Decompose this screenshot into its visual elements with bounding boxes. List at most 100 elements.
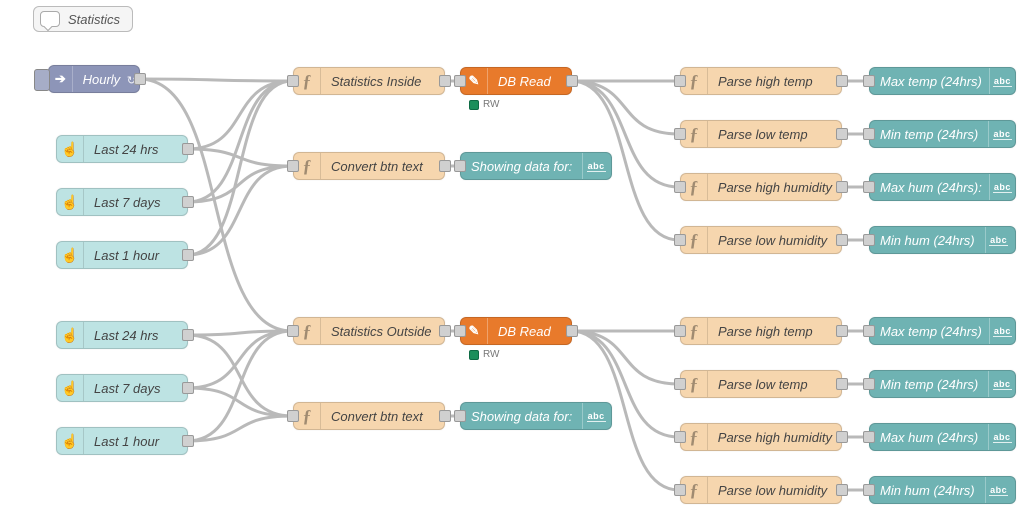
wire[interactable]	[187, 331, 292, 388]
fn-parse-inside-1[interactable]: ƒParse low temp	[680, 120, 842, 148]
input-port[interactable]	[674, 128, 686, 140]
input-port[interactable]	[863, 234, 875, 246]
input-port[interactable]	[863, 75, 875, 87]
input-port[interactable]	[863, 128, 875, 140]
input-port[interactable]	[287, 410, 299, 422]
ui-button-outside-1[interactable]: ☝Last 7 days	[56, 374, 188, 402]
fn-parse-outside-3[interactable]: ƒParse low humidity	[680, 476, 842, 504]
ui-text-output-outside-1[interactable]: Min temp (24hrs)abc	[869, 370, 1016, 398]
output-port[interactable]	[182, 249, 194, 261]
ui-text-output-inside-2[interactable]: Max hum (24hrs):abc	[869, 173, 1016, 201]
node-label: Parse high temp	[708, 74, 823, 89]
input-port[interactable]	[863, 378, 875, 390]
input-port[interactable]	[454, 75, 466, 87]
output-port[interactable]	[566, 325, 578, 337]
ui-button-outside-2[interactable]: ☝Last 1 hour	[56, 427, 188, 455]
output-port[interactable]	[836, 181, 848, 193]
wire[interactable]	[571, 81, 679, 134]
output-port[interactable]	[182, 143, 194, 155]
output-port[interactable]	[439, 410, 451, 422]
wire[interactable]	[187, 388, 292, 416]
ui-text-output-inside-3[interactable]: Min hum (24hrs)abc	[869, 226, 1016, 254]
input-port[interactable]	[863, 325, 875, 337]
fn-parse-inside-0[interactable]: ƒParse high temp	[680, 67, 842, 95]
output-port[interactable]	[836, 128, 848, 140]
fn-parse-inside-3[interactable]: ƒParse low humidity	[680, 226, 842, 254]
input-port[interactable]	[674, 181, 686, 193]
node-type-icon: abc	[988, 424, 1015, 450]
output-port[interactable]	[836, 325, 848, 337]
input-port[interactable]	[674, 431, 686, 443]
input-port[interactable]	[863, 181, 875, 193]
wire[interactable]	[187, 81, 292, 149]
ui-button-outside-0[interactable]: ☝Last 24 hrs	[56, 321, 188, 349]
output-port[interactable]	[439, 325, 451, 337]
fn-convert-btn-text-outside[interactable]: ƒConvert btn text	[293, 402, 445, 430]
fn-statistics-inside[interactable]: ƒStatistics Inside	[293, 67, 445, 95]
output-port[interactable]	[439, 75, 451, 87]
wire[interactable]	[187, 331, 292, 335]
output-port[interactable]	[439, 160, 451, 172]
input-port[interactable]	[454, 325, 466, 337]
input-port[interactable]	[674, 378, 686, 390]
node-label: Parse low humidity	[708, 233, 837, 248]
inject-hourly[interactable]: ➔Hourly ↻	[48, 65, 140, 93]
input-port[interactable]	[287, 75, 299, 87]
ui-text-output-inside-0[interactable]: Max temp (24hrs)abc	[869, 67, 1016, 95]
output-port[interactable]	[566, 75, 578, 87]
input-port[interactable]	[674, 75, 686, 87]
wire[interactable]	[187, 331, 292, 441]
ui-text-output-outside-2[interactable]: Max hum (24hrs)abc	[869, 423, 1016, 451]
output-port[interactable]	[836, 75, 848, 87]
output-port[interactable]	[182, 329, 194, 341]
fn-parse-outside-0[interactable]: ƒParse high temp	[680, 317, 842, 345]
wire[interactable]	[571, 331, 679, 384]
db-read-outside[interactable]: ✎DB ReadRW	[460, 317, 572, 345]
input-port[interactable]	[674, 484, 686, 496]
fn-parse-inside-2[interactable]: ƒParse high humidity	[680, 173, 842, 201]
ui-button-inside-0[interactable]: ☝Last 24 hrs	[56, 135, 188, 163]
output-port[interactable]	[134, 73, 146, 85]
output-port[interactable]	[182, 196, 194, 208]
wire[interactable]	[187, 335, 292, 416]
wire[interactable]	[139, 79, 292, 81]
input-port[interactable]	[454, 410, 466, 422]
output-port[interactable]	[836, 378, 848, 390]
ui-text-showing-data-inside[interactable]: Showing data for:abc	[460, 152, 612, 180]
wire[interactable]	[187, 81, 292, 202]
output-port[interactable]	[836, 484, 848, 496]
input-port[interactable]	[287, 325, 299, 337]
node-type-icon: ☝	[57, 189, 84, 215]
input-port[interactable]	[863, 431, 875, 443]
fn-parse-outside-2[interactable]: ƒParse high humidity	[680, 423, 842, 451]
input-port[interactable]	[454, 160, 466, 172]
output-port[interactable]	[836, 234, 848, 246]
node-label: Parse low temp	[708, 377, 818, 392]
input-port[interactable]	[863, 484, 875, 496]
wire[interactable]	[187, 416, 292, 441]
output-port[interactable]	[836, 431, 848, 443]
ui-text-output-outside-0[interactable]: Max temp (24hrs)abc	[869, 317, 1016, 345]
ui-button-inside-2[interactable]: ☝Last 1 hour	[56, 241, 188, 269]
node-label: Max hum (24hrs)	[870, 430, 988, 445]
input-port[interactable]	[287, 160, 299, 172]
output-port[interactable]	[182, 435, 194, 447]
wire[interactable]	[187, 166, 292, 202]
ui-text-output-outside-3[interactable]: Min hum (24hrs)abc	[869, 476, 1016, 504]
wire[interactable]	[187, 81, 292, 255]
input-port[interactable]	[674, 325, 686, 337]
db-read-inside[interactable]: ✎DB ReadRW	[460, 67, 572, 95]
ui-text-output-inside-1[interactable]: Min temp (24hrs)abc	[869, 120, 1016, 148]
fn-convert-btn-text-inside[interactable]: ƒConvert btn text	[293, 152, 445, 180]
wire[interactable]	[187, 149, 292, 166]
ui-button-inside-1[interactable]: ☝Last 7 days	[56, 188, 188, 216]
ui-text-showing-data-outside[interactable]: Showing data for:abc	[460, 402, 612, 430]
fn-parse-outside-1[interactable]: ƒParse low temp	[680, 370, 842, 398]
wire[interactable]	[187, 166, 292, 255]
output-port[interactable]	[182, 382, 194, 394]
node-label: Last 7 days	[84, 381, 171, 396]
inject-trigger[interactable]	[34, 69, 50, 91]
fn-statistics-outside[interactable]: ƒStatistics Outside	[293, 317, 445, 345]
input-port[interactable]	[674, 234, 686, 246]
node-label: Max temp (24hrs)	[870, 74, 989, 89]
